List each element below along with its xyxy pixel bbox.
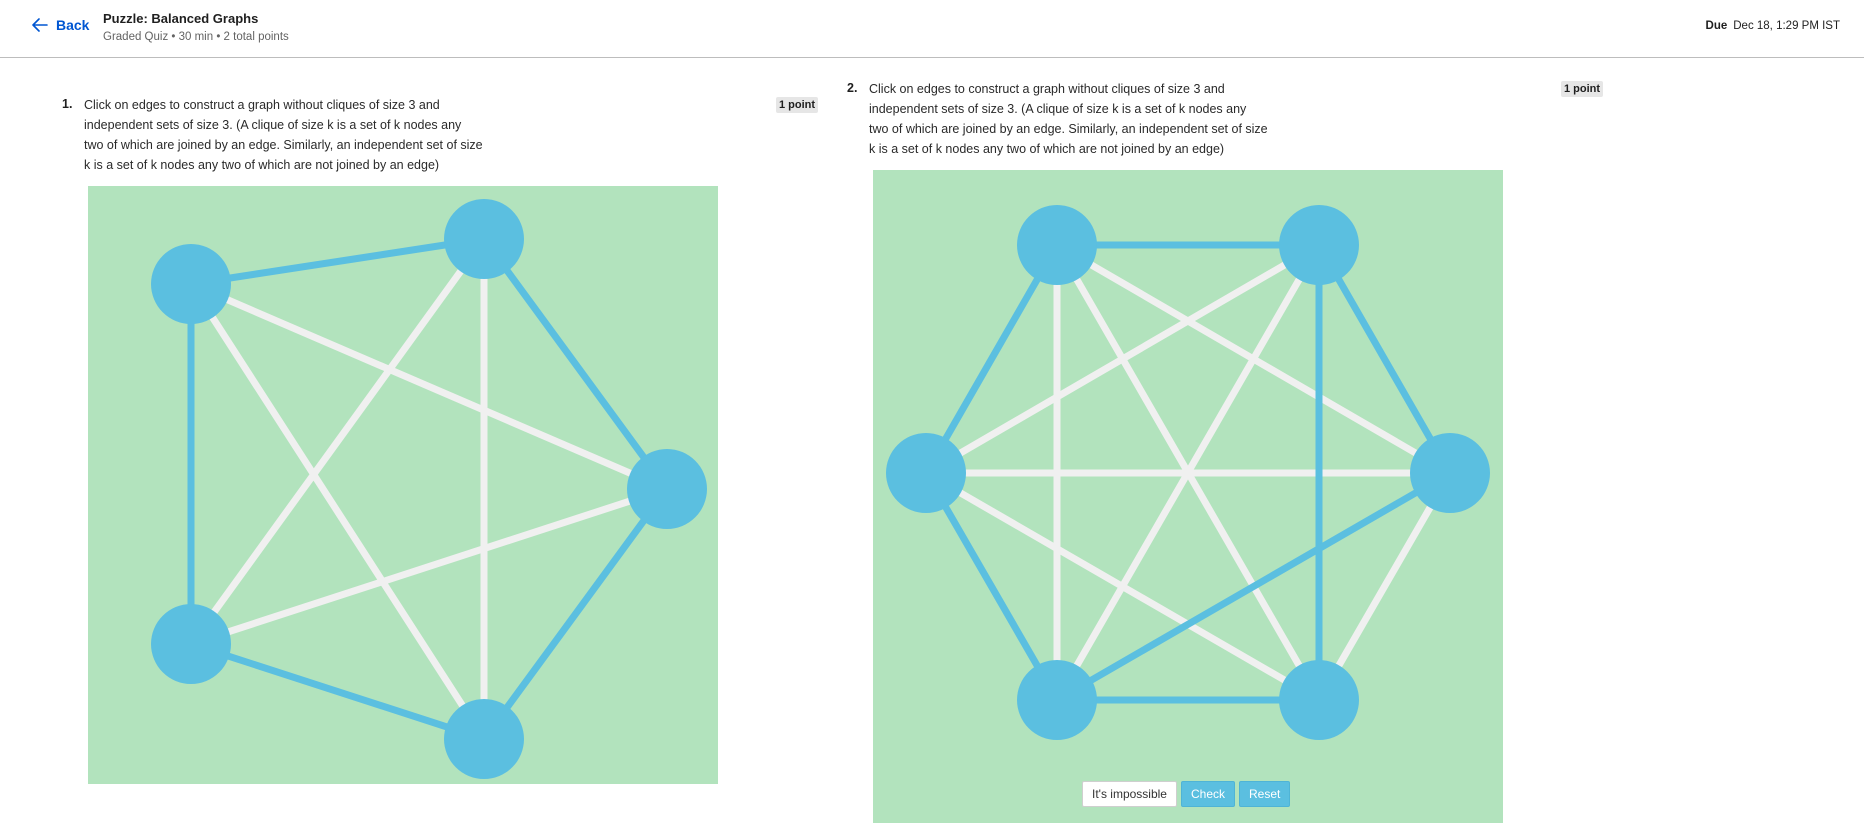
- top-header: Back Puzzle: Balanced Graphs Graded Quiz…: [0, 0, 1864, 58]
- points-badge: 1 point: [1561, 81, 1604, 97]
- graph-node-A: [151, 244, 231, 324]
- question-text: Click on edges to construct a graph with…: [869, 82, 1268, 156]
- graph-node-E: [1017, 660, 1097, 740]
- check-button[interactable]: Check: [1180, 781, 1235, 807]
- quiz-title: Puzzle: Balanced Graphs: [103, 11, 259, 26]
- graph-node-B: [444, 199, 524, 279]
- graph-svg[interactable]: [88, 186, 718, 784]
- question-text: Click on edges to construct a graph with…: [84, 98, 483, 172]
- due-value: Dec 18, 1:29 PM IST: [1733, 20, 1840, 32]
- quiz-meta: Graded Quiz • 30 min • 2 total points: [103, 31, 289, 43]
- graph-svg[interactable]: [873, 170, 1503, 823]
- graph-canvas[interactable]: [88, 186, 718, 784]
- graph-node-E: [151, 604, 231, 684]
- points-badge: 1 point: [776, 97, 819, 113]
- reset-button[interactable]: Reset: [1239, 781, 1291, 807]
- its-impossible-button[interactable]: It's impossible: [1082, 781, 1177, 807]
- graph-canvas[interactable]: It's impossible Check Reset: [873, 170, 1503, 823]
- graph-node-C: [1410, 433, 1490, 513]
- selected-edge-A-B[interactable]: [190, 235, 485, 288]
- due-label: Due: [1705, 20, 1728, 32]
- selected-edge-D-E[interactable]: [189, 640, 486, 743]
- graph-node-A: [1017, 205, 1097, 285]
- graph-node-C: [627, 449, 707, 529]
- graph-node-B: [1279, 205, 1359, 285]
- graph-node-D: [444, 699, 524, 779]
- button-row: It's impossible Check Reset: [1082, 781, 1291, 807]
- selected-edge-C-D[interactable]: [481, 486, 670, 742]
- edge-C-E[interactable]: [189, 485, 669, 648]
- edge-A-D[interactable]: [188, 282, 487, 741]
- back-label: Back: [56, 17, 90, 33]
- graph-node-D: [1279, 660, 1359, 740]
- question-number: 2.: [847, 81, 858, 95]
- arrow-left-icon: [32, 18, 48, 32]
- due-date: Due Dec 18, 1:29 PM IST: [1706, 20, 1840, 32]
- graph-node-F: [886, 433, 966, 513]
- back-button[interactable]: Back: [32, 17, 89, 33]
- question-number: 1.: [62, 97, 73, 111]
